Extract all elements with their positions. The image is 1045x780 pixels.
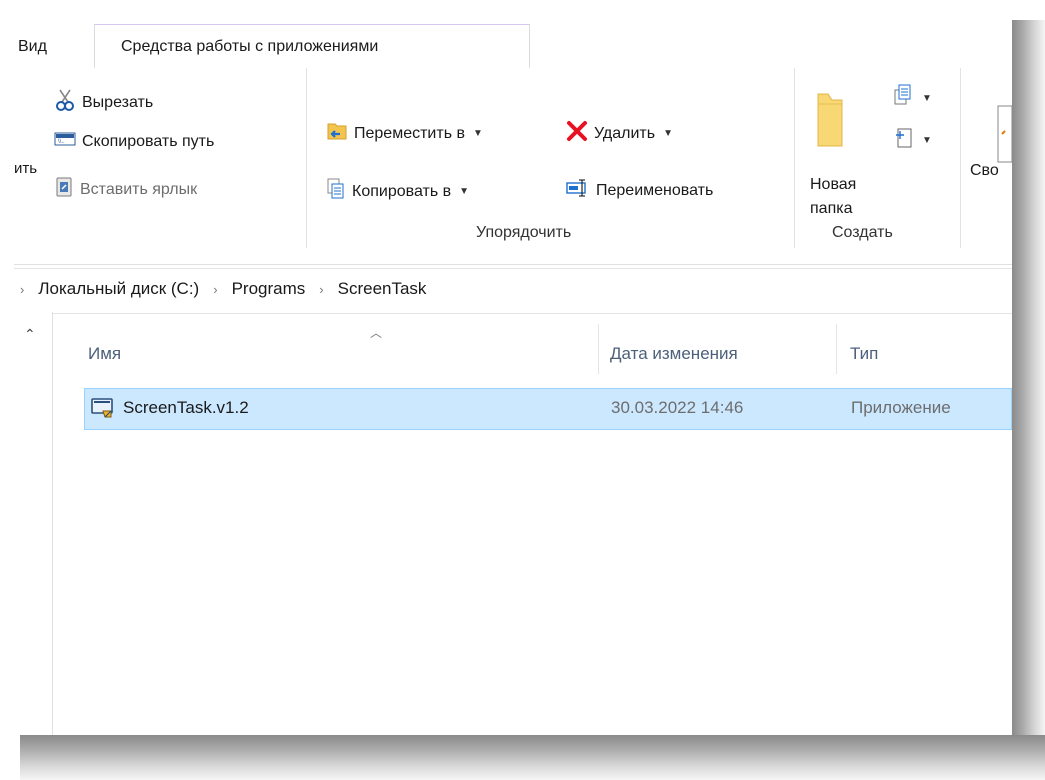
svg-text:\\..: \\.. bbox=[58, 139, 65, 145]
tab-view[interactable]: Вид bbox=[18, 38, 47, 56]
copy-path-icon: \\.. bbox=[54, 132, 76, 151]
move-folder-icon bbox=[326, 120, 348, 147]
sort-ascending-icon: ︿ bbox=[370, 326, 383, 340]
clipboard-partial-label: ить bbox=[14, 160, 38, 177]
window-shadow-right bbox=[1012, 20, 1045, 755]
paste-shortcut-button[interactable]: Вставить ярлык bbox=[54, 176, 197, 203]
scissors-icon bbox=[54, 88, 76, 117]
ribbon-separator bbox=[794, 68, 795, 248]
new-folder-icon bbox=[814, 90, 844, 153]
file-name: ScreenTask.v1.2 bbox=[123, 398, 249, 417]
move-to-button[interactable]: Переместить в ▼ bbox=[326, 120, 483, 147]
copy-path-button[interactable]: \\.. Скопировать путь bbox=[54, 132, 214, 151]
navigation-pane: ⌃ bbox=[14, 312, 53, 735]
move-to-label: Переместить в bbox=[354, 124, 465, 142]
screenshot-frame: Вид Средства работы с приложениями ить В… bbox=[0, 0, 1045, 780]
chevron-right-icon: › bbox=[213, 281, 218, 297]
window-shadow-bottom bbox=[20, 735, 1045, 780]
file-type: Приложение bbox=[851, 398, 951, 417]
ribbon: ить Вырезать \\.. Скопировать путь Встав… bbox=[14, 68, 1012, 265]
file-row[interactable]: ScreenTask.v1.2 30.03.2022 14:46 Приложе… bbox=[84, 388, 1012, 430]
chevron-right-icon: › bbox=[20, 281, 25, 297]
paste-shortcut-icon bbox=[54, 176, 74, 203]
copy-to-dropdown-icon: ▼ bbox=[459, 186, 469, 197]
move-to-dropdown-icon: ▼ bbox=[472, 128, 483, 139]
rename-button[interactable]: Переименовать bbox=[566, 178, 713, 203]
breadcrumb-item-programs[interactable]: Programs bbox=[232, 279, 306, 299]
breadcrumb: › Локальный диск (C:) › Programs › Scree… bbox=[20, 279, 426, 299]
new-group-label: Создать bbox=[832, 224, 893, 241]
new-folder-button[interactable] bbox=[814, 90, 844, 153]
rename-label: Переименовать bbox=[596, 181, 714, 199]
scroll-up-icon[interactable]: ⌃ bbox=[24, 326, 36, 343]
breadcrumb-item-screentask[interactable]: ScreenTask bbox=[338, 279, 427, 299]
copy-path-label: Скопировать путь bbox=[82, 132, 215, 150]
application-icon bbox=[91, 397, 115, 424]
easy-access-button[interactable]: ▼ bbox=[894, 126, 932, 155]
copy-to-button[interactable]: Копировать в ▼ bbox=[326, 178, 469, 205]
properties-icon bbox=[996, 104, 1012, 164]
column-header-name[interactable]: Имя bbox=[88, 344, 121, 364]
cut-label: Вырезать bbox=[82, 93, 154, 111]
ribbon-tab-bar: Вид Средства работы с приложениями bbox=[14, 18, 1012, 69]
address-bar[interactable]: › Локальный диск (C:) › Programs › Scree… bbox=[14, 268, 1012, 314]
column-header-type[interactable]: Тип bbox=[850, 344, 878, 364]
delete-x-icon bbox=[566, 120, 588, 147]
cut-button[interactable]: Вырезать bbox=[54, 88, 153, 117]
new-folder-label-line2: папка bbox=[810, 200, 853, 217]
column-header-date[interactable]: Дата изменения bbox=[610, 344, 738, 364]
new-item-button[interactable]: ▼ bbox=[894, 84, 932, 113]
properties-label[interactable]: Сво bbox=[970, 162, 999, 180]
breadcrumb-item-local-disk[interactable]: Локальный диск (C:) bbox=[38, 279, 199, 299]
delete-button[interactable]: Удалить ▼ bbox=[566, 120, 673, 147]
file-explorer-window: Вид Средства работы с приложениями ить В… bbox=[14, 18, 1012, 735]
easy-access-dropdown-icon: ▼ bbox=[922, 135, 932, 146]
organize-group-label: Упорядочить bbox=[476, 224, 572, 241]
ribbon-separator bbox=[306, 68, 307, 248]
delete-label: Удалить bbox=[594, 124, 656, 142]
easy-access-icon bbox=[894, 126, 914, 155]
column-divider[interactable] bbox=[836, 324, 837, 374]
column-divider[interactable] bbox=[598, 324, 599, 374]
copy-to-icon bbox=[326, 178, 346, 205]
file-date: 30.03.2022 14:46 bbox=[611, 398, 744, 417]
ribbon-separator bbox=[960, 68, 961, 248]
tab-app-tools[interactable]: Средства работы с приложениями bbox=[94, 24, 530, 69]
chevron-right-icon: › bbox=[319, 281, 324, 297]
column-headers: ︿ Имя Дата изменения Тип bbox=[52, 312, 1012, 376]
paste-shortcut-label: Вставить ярлык bbox=[80, 180, 198, 198]
delete-dropdown-icon: ▼ bbox=[663, 128, 673, 139]
rename-icon bbox=[566, 178, 590, 203]
copy-to-label: Копировать в bbox=[352, 182, 452, 200]
tab-app-tools-label: Средства работы с приложениями bbox=[121, 38, 379, 55]
new-folder-label-line1: Новая bbox=[810, 176, 857, 193]
new-item-dropdown-icon: ▼ bbox=[922, 93, 932, 104]
new-item-icon bbox=[894, 84, 914, 113]
